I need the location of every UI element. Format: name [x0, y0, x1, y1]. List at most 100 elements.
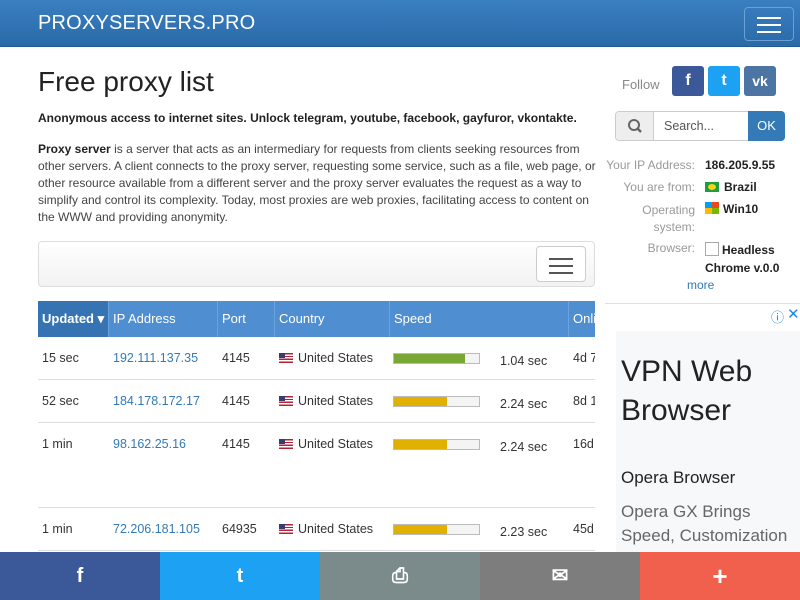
cell-updated: 1 min: [42, 522, 73, 536]
col-country[interactable]: Country: [274, 301, 389, 337]
ad-subtitle: Opera Browser: [621, 468, 736, 487]
intro-text: is a server that acts as an intermediary…: [38, 142, 596, 224]
cell-online: 45d: [573, 522, 594, 536]
filter-menu-button[interactable]: [536, 246, 586, 282]
cell-speed: 1.04 sec: [500, 354, 548, 368]
follow-label: Follow: [622, 77, 660, 92]
speed-bar-fill: [394, 525, 447, 534]
share-more-button[interactable]: +: [640, 552, 800, 600]
facebook-icon: f: [76, 565, 84, 587]
browser-value: Headless Chrome v.0.0: [705, 241, 795, 277]
vk-follow-button[interactable]: vk: [744, 66, 776, 96]
cell-country: United States: [279, 351, 373, 365]
col-updated[interactable]: Updated ▾: [38, 301, 108, 337]
browser-icon: [705, 242, 719, 256]
cell-port: 64935: [222, 522, 257, 536]
share-twitter-button[interactable]: t: [160, 552, 320, 600]
cell-port: 4145: [222, 394, 250, 408]
table-row: 52 sec 184.178.172.17 4145 United States…: [38, 380, 595, 423]
cell-ip[interactable]: 72.206.181.105: [113, 522, 200, 536]
twitter-follow-button[interactable]: t: [708, 66, 740, 96]
intro-paragraph: Proxy server is a server that acts as an…: [38, 141, 598, 226]
search-icon: [616, 112, 654, 140]
page-tagline: Anonymous access to internet sites. Unlo…: [38, 111, 577, 125]
ip-label: Your IP Address:: [606, 158, 695, 172]
cell-port: 4145: [222, 437, 250, 451]
col-speed[interactable]: Speed: [389, 301, 568, 337]
cell-online: 8d 1: [573, 394, 595, 408]
os-label: Operating system:: [642, 203, 695, 234]
vk-icon: vk: [752, 73, 768, 89]
us-flag-icon: [279, 396, 293, 406]
cell-online: 4d 7: [573, 351, 595, 365]
hamburger-icon: [549, 258, 573, 260]
share-print-button[interactable]: ⎙: [320, 552, 480, 600]
col-port[interactable]: Port: [217, 301, 274, 337]
share-bar: f t ⎙ ✉ +: [0, 552, 800, 600]
twitter-icon: t: [236, 565, 244, 587]
cell-ip[interactable]: 192.111.137.35: [113, 351, 198, 365]
twitter-icon: t: [721, 72, 727, 89]
ad-body: Opera GX Brings Speed, Customization: [621, 502, 788, 545]
search-input[interactable]: [654, 112, 748, 140]
browser-label: Browser:: [647, 241, 695, 255]
col-ip[interactable]: IP Address: [108, 301, 217, 337]
country-name: United States: [298, 394, 374, 408]
brazil-flag-icon: [705, 182, 719, 192]
cell-updated: 1 min: [42, 437, 73, 451]
intro-term: Proxy server: [38, 142, 111, 156]
country-value: Brazil: [705, 180, 757, 194]
email-icon: ✉: [551, 565, 569, 587]
hamburger-icon: [757, 17, 781, 19]
speed-bar-fill: [394, 354, 466, 363]
cell-speed: 2.24 sec: [500, 397, 548, 411]
search-submit-button[interactable]: OK: [748, 111, 785, 141]
speed-bar-fill: [394, 397, 447, 406]
country-label: You are from:: [623, 180, 695, 194]
search-form: OK: [615, 111, 785, 141]
ad-banner[interactable]: ⓘ ✕ VPN Web Browser Opera Browser Opera …: [605, 303, 800, 553]
os-value: Win10: [705, 202, 758, 216]
speed-bar: [393, 353, 480, 364]
cell-ip[interactable]: 98.162.25.16: [113, 437, 186, 451]
os-text: Win10: [723, 202, 759, 216]
hamburger-line: [757, 31, 781, 33]
share-email-button[interactable]: ✉: [480, 552, 640, 600]
share-facebook-button[interactable]: f: [0, 552, 160, 600]
hamburger-line: [757, 24, 781, 26]
us-flag-icon: [279, 439, 293, 449]
speed-bar: [393, 524, 480, 535]
speed-bar-fill: [394, 440, 447, 449]
site-brand[interactable]: PROXYSERVERS.PRO: [38, 12, 255, 35]
proxy-table: Updated ▾ IP Address Port Country Speed …: [38, 301, 595, 552]
cell-port: 4145: [222, 351, 250, 365]
cell-ip[interactable]: 184.178.172.17: [113, 394, 200, 408]
cell-country: United States: [279, 437, 373, 451]
us-flag-icon: [279, 353, 293, 363]
more-link[interactable]: more: [687, 278, 714, 292]
menu-toggle-button[interactable]: [744, 7, 794, 41]
speed-bar: [393, 396, 480, 407]
ip-value: 186.205.9.55: [705, 158, 776, 172]
top-navbar: PROXYSERVERS.PRO: [0, 0, 800, 47]
table-row: 1 min 72.206.181.105 64935 United States…: [38, 508, 595, 551]
plus-icon: +: [712, 561, 728, 591]
country-name: United States: [298, 437, 374, 451]
table-row: 15 sec 192.111.137.35 4145 United States…: [38, 337, 595, 380]
print-icon: ⎙: [392, 565, 408, 587]
col-online[interactable]: Onli: [568, 301, 595, 337]
ad-title[interactable]: VPN Web Browser: [621, 352, 791, 430]
facebook-follow-button[interactable]: f: [672, 66, 704, 96]
cell-country: United States: [279, 394, 373, 408]
cell-speed: 2.24 sec: [500, 440, 548, 454]
ad-close-icon[interactable]: ✕: [787, 305, 800, 323]
filter-card: [38, 241, 595, 287]
speed-bar: [393, 439, 480, 450]
cell-updated: 15 sec: [42, 351, 79, 365]
ad-info-icon[interactable]: ⓘ: [771, 307, 784, 326]
hamburger-line: [549, 272, 573, 274]
us-flag-icon: [279, 524, 293, 534]
cell-speed: 2.23 sec: [500, 525, 548, 539]
country-text: Brazil: [724, 180, 757, 194]
hamburger-line: [549, 265, 573, 267]
